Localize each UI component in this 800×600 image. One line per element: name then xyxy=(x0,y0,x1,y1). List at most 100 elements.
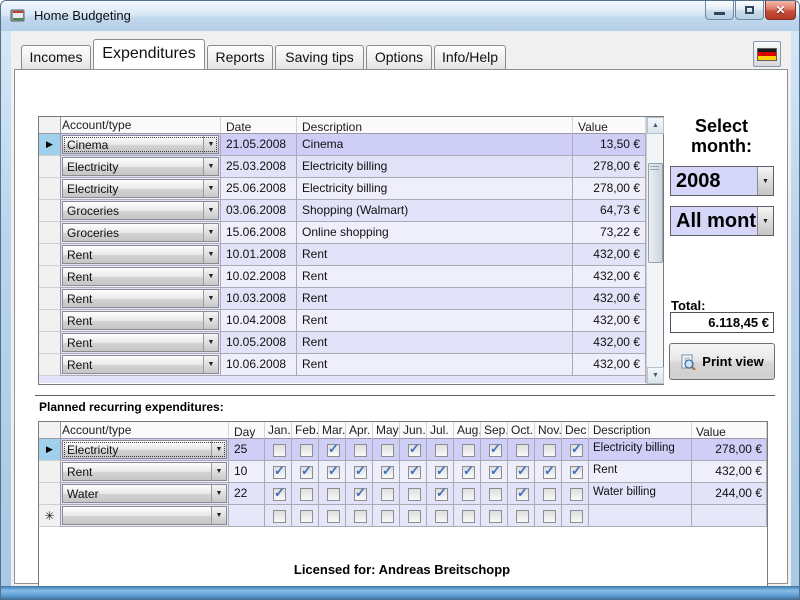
month-8-checkbox[interactable] xyxy=(462,488,475,501)
expenditure-row[interactable]: Rent ▼ 10.06.2008 Rent 432,00 € xyxy=(39,354,663,376)
month-11-checkbox[interactable] xyxy=(543,444,556,457)
chevron-down-icon[interactable]: ▼ xyxy=(203,290,218,307)
row-selector[interactable] xyxy=(39,244,61,266)
month-10-checkbox[interactable] xyxy=(516,444,529,457)
row-selector[interactable] xyxy=(39,222,61,244)
recurring-row[interactable]: ✳ ▼ xyxy=(39,505,767,527)
month-3-checkbox[interactable] xyxy=(327,488,340,501)
expenditure-row[interactable]: Groceries ▼ 03.06.2008 Shopping (Walmart… xyxy=(39,200,663,222)
month-7-checkbox[interactable] xyxy=(435,510,448,523)
description-cell[interactable]: Rent xyxy=(297,310,573,332)
row-selector[interactable] xyxy=(39,288,61,310)
month-1-checkbox[interactable]: ✓ xyxy=(273,466,286,479)
value-cell[interactable]: 432,00 € xyxy=(573,266,646,288)
expenditure-row[interactable]: Groceries ▼ 15.06.2008 Online shopping 7… xyxy=(39,222,663,244)
date-cell[interactable]: 10.04.2008 xyxy=(221,310,297,332)
row-selector[interactable] xyxy=(39,156,61,178)
day-cell[interactable]: 25 xyxy=(229,439,265,461)
value-cell[interactable]: 73,22 € xyxy=(573,222,646,244)
month-11-checkbox[interactable] xyxy=(543,488,556,501)
description-cell[interactable]: Shopping (Walmart) xyxy=(297,200,573,222)
account-type-dropdown[interactable]: Electricity ▼ xyxy=(62,179,219,198)
expenditure-row[interactable]: Rent ▼ 10.02.2008 Rent 432,00 € xyxy=(39,266,663,288)
account-type-dropdown[interactable]: Rent ▼ xyxy=(62,245,219,264)
row-selector[interactable]: ▶ xyxy=(39,134,61,156)
month-7-checkbox[interactable] xyxy=(435,444,448,457)
chevron-down-icon[interactable]: ▼ xyxy=(203,246,218,263)
month-12-checkbox[interactable]: ✓ xyxy=(570,466,583,479)
account-type-dropdown[interactable]: ▼ xyxy=(62,506,227,525)
expenditure-row[interactable]: Electricity ▼ 25.03.2008 Electricity bil… xyxy=(39,156,663,178)
header-month-7[interactable]: Jul. xyxy=(427,422,454,439)
expenditure-row[interactable]: Rent ▼ 10.01.2008 Rent 432,00 € xyxy=(39,244,663,266)
day-cell[interactable]: 10 xyxy=(229,461,265,483)
row-selector[interactable] xyxy=(39,332,61,354)
print-view-button[interactable]: Print view xyxy=(669,343,775,380)
account-type-dropdown[interactable]: Cinema ▼ xyxy=(62,135,219,154)
month-4-checkbox[interactable] xyxy=(354,510,367,523)
account-type-dropdown[interactable]: Water ▼ xyxy=(62,484,227,503)
language-flag-button[interactable] xyxy=(753,41,781,67)
month-8-checkbox[interactable] xyxy=(462,510,475,523)
header-value[interactable]: Value xyxy=(573,117,646,134)
header-account-type[interactable]: Account/type xyxy=(61,117,221,134)
month-9-checkbox[interactable] xyxy=(489,488,502,501)
description-cell[interactable]: Rent xyxy=(589,461,692,483)
description-cell[interactable]: Water billing xyxy=(589,483,692,505)
header-month-2[interactable]: Feb. xyxy=(292,422,319,439)
month-11-checkbox[interactable] xyxy=(543,510,556,523)
month-8-checkbox[interactable]: ✓ xyxy=(462,466,475,479)
account-type-dropdown[interactable]: Rent ▼ xyxy=(62,311,219,330)
row-selector[interactable]: ▶ xyxy=(39,439,61,461)
description-cell[interactable]: Electricity billing xyxy=(297,156,573,178)
month-9-checkbox[interactable] xyxy=(489,510,502,523)
close-button[interactable]: ✕ xyxy=(765,1,796,20)
expenditure-row[interactable]: Rent ▼ 10.04.2008 Rent 432,00 € xyxy=(39,310,663,332)
tab-saving-tips[interactable]: Saving tips xyxy=(275,45,364,69)
date-cell[interactable]: 03.06.2008 xyxy=(221,200,297,222)
recurring-row[interactable]: Water ▼ 22 ✓✓✓✓Water billing 244,00 € xyxy=(39,483,767,505)
chevron-down-icon[interactable]: ▼ xyxy=(211,463,226,480)
row-selector[interactable] xyxy=(39,200,61,222)
month-10-checkbox[interactable]: ✓ xyxy=(516,466,529,479)
month-2-checkbox[interactable] xyxy=(300,444,313,457)
header-month-6[interactable]: Jun. xyxy=(400,422,427,439)
row-selector[interactable] xyxy=(39,178,61,200)
value-cell[interactable]: 64,73 € xyxy=(573,200,646,222)
account-type-dropdown[interactable]: Rent ▼ xyxy=(62,289,219,308)
year-dropdown[interactable]: 2008 ▼ xyxy=(670,166,774,196)
row-selector[interactable] xyxy=(39,461,61,483)
recurring-row[interactable]: ▶ Electricity ▼ 25 ✓✓✓✓Electricity billi… xyxy=(39,439,767,461)
chevron-down-icon[interactable]: ▼ xyxy=(211,441,226,458)
row-selector[interactable] xyxy=(39,483,61,505)
month-6-checkbox[interactable]: ✓ xyxy=(408,466,421,479)
expenditure-row[interactable]: ▶ Cinema ▼ 21.05.2008 Cinema 13,50 € xyxy=(39,134,663,156)
header-value[interactable]: Value xyxy=(692,422,767,439)
header-month-5[interactable]: May xyxy=(373,422,400,439)
month-3-checkbox[interactable]: ✓ xyxy=(327,466,340,479)
chevron-down-icon[interactable]: ▼ xyxy=(203,312,218,329)
value-cell[interactable]: 432,00 € xyxy=(573,354,646,376)
month-9-checkbox[interactable]: ✓ xyxy=(489,466,502,479)
scroll-up-icon[interactable]: ▲ xyxy=(647,117,664,134)
month-1-checkbox[interactable] xyxy=(273,444,286,457)
month-5-checkbox[interactable] xyxy=(381,510,394,523)
month-10-checkbox[interactable]: ✓ xyxy=(516,488,529,501)
expenditure-row[interactable]: Rent ▼ 10.05.2008 Rent 432,00 € xyxy=(39,332,663,354)
day-cell[interactable]: 22 xyxy=(229,483,265,505)
month-1-checkbox[interactable] xyxy=(273,510,286,523)
date-cell[interactable]: 10.02.2008 xyxy=(221,266,297,288)
chevron-down-icon[interactable]: ▼ xyxy=(203,334,218,351)
expenditure-row[interactable]: Electricity ▼ 25.06.2008 Electricity bil… xyxy=(39,178,663,200)
value-cell[interactable]: 432,00 € xyxy=(573,310,646,332)
month-12-checkbox[interactable]: ✓ xyxy=(570,444,583,457)
tab-reports[interactable]: Reports xyxy=(207,45,273,69)
chevron-down-icon[interactable]: ▼ xyxy=(203,224,218,241)
month-3-checkbox[interactable] xyxy=(327,510,340,523)
date-cell[interactable]: 15.06.2008 xyxy=(221,222,297,244)
value-cell[interactable]: 432,00 € xyxy=(573,332,646,354)
chevron-down-icon[interactable]: ▼ xyxy=(203,180,218,197)
month-5-checkbox[interactable]: ✓ xyxy=(381,466,394,479)
value-cell[interactable]: 432,00 € xyxy=(573,244,646,266)
tab-incomes[interactable]: Incomes xyxy=(21,45,91,69)
